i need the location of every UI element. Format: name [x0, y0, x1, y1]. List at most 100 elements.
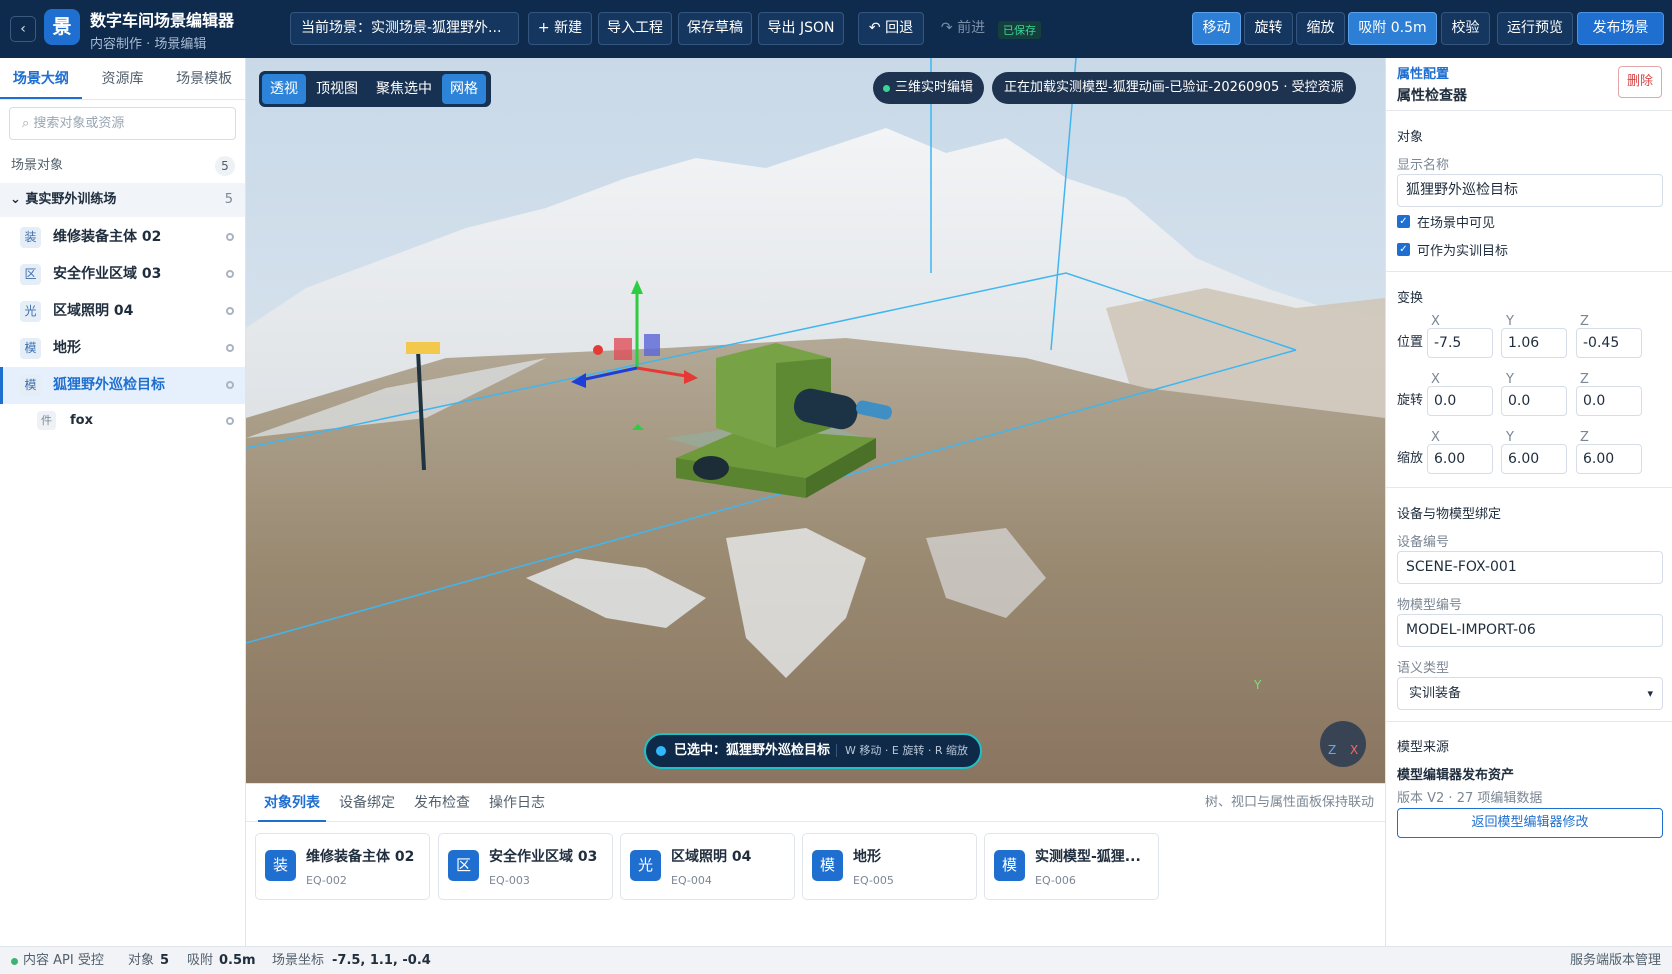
back-button[interactable]: ‹	[10, 16, 36, 42]
top-view-toggle[interactable]: 顶视图	[308, 74, 366, 104]
visible-checkbox[interactable]: ✓	[1397, 215, 1410, 228]
model-id-field[interactable]: MODEL-IMPORT-06	[1397, 614, 1663, 647]
divider	[1386, 271, 1672, 272]
card-code: EQ-005	[853, 874, 894, 887]
selection-badge: 已选中：狐狸野外巡检目标 W 移动 · E 旋转 · R 缩放	[644, 733, 982, 769]
server-version-label[interactable]: 服务端版本管理	[1570, 947, 1661, 974]
save-draft-button[interactable]: 保存草稿	[678, 12, 752, 45]
new-button[interactable]: + 新建	[528, 12, 592, 45]
tree-item-lighting[interactable]: 光 区域照明 04	[0, 293, 245, 330]
axis-z-label: Z	[1580, 430, 1589, 445]
delete-button[interactable]: 删除	[1618, 66, 1662, 98]
device-id-field[interactable]: SCENE-FOX-001	[1397, 551, 1663, 584]
tree-item-label: 维修装备主体 02	[53, 229, 162, 245]
model-icon: 模	[20, 338, 41, 359]
display-name-label: 显示名称	[1397, 158, 1450, 173]
tree-item-safety-zone[interactable]: 区 安全作业区域 03	[0, 256, 245, 293]
rotation-x-input[interactable]: 0.0	[1427, 386, 1493, 416]
visibility-icon[interactable]	[226, 344, 234, 352]
focus-selected-toggle[interactable]: 聚焦选中	[368, 74, 440, 104]
import-project-button[interactable]: 导入工程	[598, 12, 672, 45]
publish-scene-button[interactable]: 发布场景	[1577, 12, 1664, 45]
position-z-input[interactable]: -0.45	[1576, 328, 1642, 358]
sync-note: 树、视口与属性面板保持联动	[1204, 795, 1374, 810]
visible-label: 在场景中可见	[1417, 216, 1496, 231]
app-title: 数字车间场景编辑器	[90, 11, 235, 30]
move-tool-button[interactable]: 移动	[1192, 12, 1241, 45]
tree-item-label: 地形	[53, 340, 81, 356]
object-card[interactable]: 模 实测模型-狐狸... EQ-006	[984, 833, 1159, 900]
tab-scene-outline[interactable]: 场景大纲	[0, 58, 82, 99]
source-meta: 版本 V2 · 27 项编辑数据	[1397, 791, 1543, 806]
search-input[interactable]: ⌕ 搜索对象或资源	[9, 107, 236, 140]
object-card[interactable]: 区 安全作业区域 03 EQ-003	[438, 833, 613, 900]
card-name: 实测模型-狐狸...	[1035, 849, 1141, 865]
scale-z-input[interactable]: 6.00	[1576, 444, 1642, 474]
visibility-icon[interactable]	[226, 417, 234, 425]
export-json-button[interactable]: 导出 JSON	[758, 12, 844, 45]
tree-item-terrain[interactable]: 模 地形	[0, 330, 245, 367]
scale-y-input[interactable]: 6.00	[1501, 444, 1567, 474]
run-preview-button[interactable]: 运行预览	[1497, 12, 1573, 45]
equipment-icon: 装	[20, 227, 41, 248]
position-y-input[interactable]: 1.06	[1501, 328, 1567, 358]
top-toolbar: ‹ 景 数字车间场景编辑器 内容制作 · 场景编辑 当前场景：实测场景-狐狸野外…	[0, 0, 1672, 58]
scale-tool-button[interactable]: 缩放	[1296, 12, 1345, 45]
semantic-type-value: 实训装备	[1409, 686, 1462, 701]
semantic-type-select[interactable]: 实训装备 ▾	[1397, 677, 1663, 710]
tree-item-label: 安全作业区域 03	[53, 266, 162, 282]
tree-group-field-training[interactable]: ⌄ 真实野外训练场 5	[0, 183, 245, 217]
visibility-icon[interactable]	[226, 233, 234, 241]
training-target-checkbox[interactable]: ✓	[1397, 243, 1410, 256]
object-card[interactable]: 模 地形 EQ-005	[802, 833, 977, 900]
current-scene-label[interactable]: 当前场景：实测场景-狐狸野外...	[290, 12, 519, 45]
app-logo: 景	[44, 9, 80, 45]
display-name-field[interactable]: 狐狸野外巡检目标	[1397, 174, 1663, 207]
tab-object-list[interactable]: 对象列表	[258, 784, 326, 822]
position-x-input[interactable]: -7.5	[1427, 328, 1493, 358]
scale-x-input[interactable]: 6.00	[1427, 444, 1493, 474]
tab-operation-log[interactable]: 操作日志	[483, 784, 551, 822]
axis-z-label: Z	[1580, 372, 1589, 387]
tab-resource-library[interactable]: 资源库	[82, 58, 164, 99]
snap-toggle-button[interactable]: 吸附 0.5m	[1348, 12, 1437, 45]
3d-viewport[interactable]: Y 透视 顶视图 聚焦选中 网格 三维实时编辑 正在加载实测模型-狐狸动画-已验…	[246, 58, 1385, 783]
component-icon: 件	[37, 411, 56, 430]
axis-y-label: Y	[1506, 430, 1514, 445]
inspector-caption: 属性配置	[1397, 67, 1450, 82]
semantic-type-label: 语义类型	[1397, 661, 1450, 676]
plane-handle-yz[interactable]	[644, 334, 660, 356]
selection-prefix: 已选中：	[674, 743, 727, 758]
scene-render: Y	[246, 58, 1385, 783]
visibility-icon[interactable]	[226, 381, 234, 389]
tab-publish-check[interactable]: 发布检查	[408, 784, 476, 822]
gizmo-y-label: Y	[1253, 678, 1262, 692]
api-status: 内容 API 受控	[23, 953, 104, 968]
source-title: 模型编辑器发布资产	[1397, 768, 1515, 783]
tree-item-equipment[interactable]: 装 维修装备主体 02	[0, 219, 245, 256]
rotation-y-input[interactable]: 0.0	[1501, 386, 1567, 416]
plane-handle-xy[interactable]	[614, 338, 632, 360]
orientation-gizmo[interactable]: Z X	[1320, 721, 1366, 767]
redo-button[interactable]: ↷ 前进	[930, 12, 996, 45]
validate-button[interactable]: 校验	[1441, 12, 1490, 45]
coords-label: 场景坐标	[272, 953, 325, 968]
perspective-toggle[interactable]: 透视	[262, 74, 306, 104]
light-head	[406, 342, 440, 354]
tree-item-fox-target[interactable]: 模 狐狸野外巡检目标	[0, 367, 245, 404]
light-icon: 光	[20, 301, 41, 322]
visibility-icon[interactable]	[226, 307, 234, 315]
object-card[interactable]: 装 维修装备主体 02 EQ-002	[255, 833, 430, 900]
rotate-handle[interactable]	[593, 345, 603, 355]
tab-scene-templates[interactable]: 场景模板	[163, 58, 245, 99]
visibility-icon[interactable]	[226, 270, 234, 278]
tree-item-fox-child[interactable]: 件 fox	[0, 404, 245, 438]
back-to-model-editor-button[interactable]: 返回模型编辑器修改	[1397, 808, 1663, 838]
grid-toggle[interactable]: 网格	[442, 74, 486, 104]
undo-button[interactable]: ↶ 回退	[858, 12, 924, 45]
rotation-z-input[interactable]: 0.0	[1576, 386, 1642, 416]
saved-status-badge: 已保存	[998, 21, 1041, 39]
object-card[interactable]: 光 区域照明 04 EQ-004	[620, 833, 795, 900]
rotate-tool-button[interactable]: 旋转	[1244, 12, 1293, 45]
tab-device-binding[interactable]: 设备绑定	[333, 784, 401, 822]
